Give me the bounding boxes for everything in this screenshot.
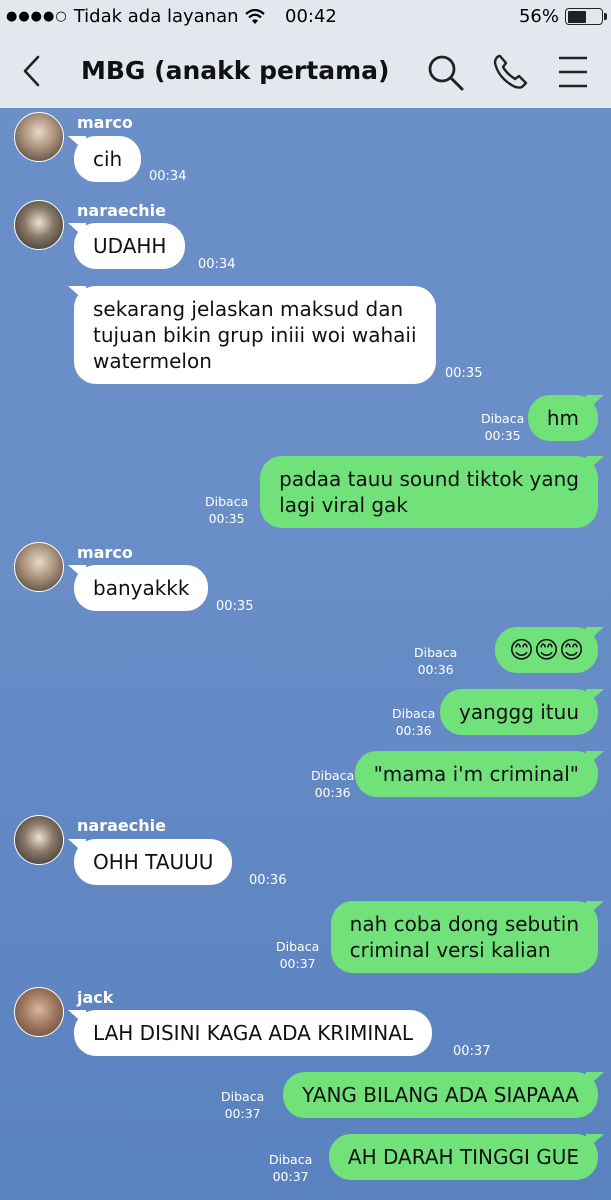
read-receipt: Dibaca bbox=[276, 939, 320, 954]
message-time: 00:37 bbox=[272, 1169, 309, 1184]
message-bubble[interactable]: YANG BILANG ADA SIAPAAA bbox=[283, 1072, 598, 1118]
wifi-icon bbox=[244, 8, 265, 24]
avatar-jack[interactable] bbox=[14, 987, 64, 1037]
carrier-text: Tidak ada layanan bbox=[73, 6, 239, 27]
message-time: 00:35 bbox=[208, 511, 245, 526]
sender-name: naraechie bbox=[77, 816, 166, 835]
message-bubble[interactable]: banyakkk bbox=[74, 565, 209, 611]
read-receipt: Dibaca bbox=[221, 1089, 265, 1104]
read-receipt: Dibaca bbox=[414, 645, 458, 660]
message-time: 00:34 bbox=[149, 169, 187, 184]
message-bubble[interactable]: "mama i'm criminal" bbox=[354, 751, 598, 797]
avatar-marco[interactable] bbox=[14, 112, 64, 162]
message-time: 00:37 bbox=[453, 1044, 491, 1059]
message-time: 00:36 bbox=[417, 662, 454, 677]
read-receipt: Dibaca bbox=[311, 768, 355, 783]
battery-area: 56% bbox=[518, 6, 607, 27]
message-time: 00:35 bbox=[445, 366, 483, 381]
status-bar: ●●●●○ Tidak ada layanan 00:42 56% bbox=[0, 0, 611, 36]
message-time: 00:36 bbox=[314, 785, 351, 800]
read-receipt: Dibaca bbox=[205, 494, 249, 509]
back-icon[interactable] bbox=[18, 54, 48, 88]
menu-icon[interactable] bbox=[553, 52, 593, 92]
message-bubble[interactable]: padaa tauu sound tiktok yang lagi viral … bbox=[260, 456, 598, 528]
carrier-area: ●●●●○ Tidak ada layanan bbox=[6, 6, 265, 27]
message-meta: Dibaca 00:36 bbox=[414, 644, 457, 678]
message-meta: Dibaca 00:35 bbox=[481, 410, 524, 444]
message-meta: Dibaca 00:37 bbox=[221, 1088, 264, 1122]
message-time: 00:36 bbox=[395, 723, 432, 738]
avatar-naraechie[interactable] bbox=[14, 200, 64, 250]
message-time: 00:37 bbox=[224, 1106, 261, 1121]
message-bubble[interactable]: OHH TAUUU bbox=[74, 839, 233, 885]
message-time: 00:34 bbox=[198, 257, 236, 272]
message-meta: Dibaca 00:36 bbox=[392, 705, 435, 739]
message-time: 00:37 bbox=[279, 956, 316, 971]
message-bubble[interactable]: LAH DISINI KAGA ADA KRIMINAL bbox=[74, 1010, 433, 1056]
message-bubble[interactable]: sekarang jelaskan maksud dan tujuan biki… bbox=[74, 286, 436, 384]
sender-name: jack bbox=[77, 988, 114, 1007]
battery-percent: 56% bbox=[518, 6, 559, 27]
chat-title: MBG (anakk pertama) bbox=[81, 56, 390, 85]
message-meta: Dibaca 00:35 bbox=[205, 493, 248, 527]
sender-name: marco bbox=[77, 543, 133, 562]
message-meta: Dibaca 00:37 bbox=[269, 1151, 312, 1185]
avatar-naraechie[interactable] bbox=[14, 815, 64, 865]
search-icon[interactable] bbox=[425, 52, 465, 92]
message-time: 00:35 bbox=[484, 428, 521, 443]
message-time: 00:35 bbox=[216, 599, 254, 614]
sender-name: naraechie bbox=[77, 201, 166, 220]
message-bubble[interactable]: nah coba dong sebutin criminal versi kal… bbox=[330, 901, 598, 973]
message-bubble[interactable]: hm bbox=[527, 395, 598, 441]
read-receipt: Dibaca bbox=[481, 411, 525, 426]
message-bubble[interactable]: AH DARAH TINGGI GUE bbox=[328, 1134, 598, 1180]
signal-icon: ●●●●○ bbox=[6, 9, 68, 24]
read-receipt: Dibaca bbox=[269, 1152, 313, 1167]
message-bubble[interactable]: yanggg ituu bbox=[440, 689, 598, 735]
phone-icon[interactable] bbox=[490, 52, 530, 92]
message-meta: Dibaca 00:36 bbox=[311, 767, 354, 801]
message-meta: Dibaca 00:37 bbox=[276, 938, 319, 972]
chat-header: MBG (anakk pertama) bbox=[0, 36, 611, 108]
message-time: 00:36 bbox=[249, 873, 287, 888]
clock: 00:42 bbox=[285, 6, 337, 27]
message-bubble[interactable]: 😊😊😊 bbox=[494, 627, 598, 673]
avatar-marco[interactable] bbox=[14, 542, 64, 592]
battery-icon bbox=[565, 8, 607, 25]
battery-fill bbox=[567, 10, 586, 23]
read-receipt: Dibaca bbox=[392, 706, 436, 721]
message-bubble[interactable]: cih bbox=[74, 136, 142, 182]
sender-name: marco bbox=[77, 113, 133, 132]
message-bubble[interactable]: UDAHH bbox=[74, 223, 186, 269]
